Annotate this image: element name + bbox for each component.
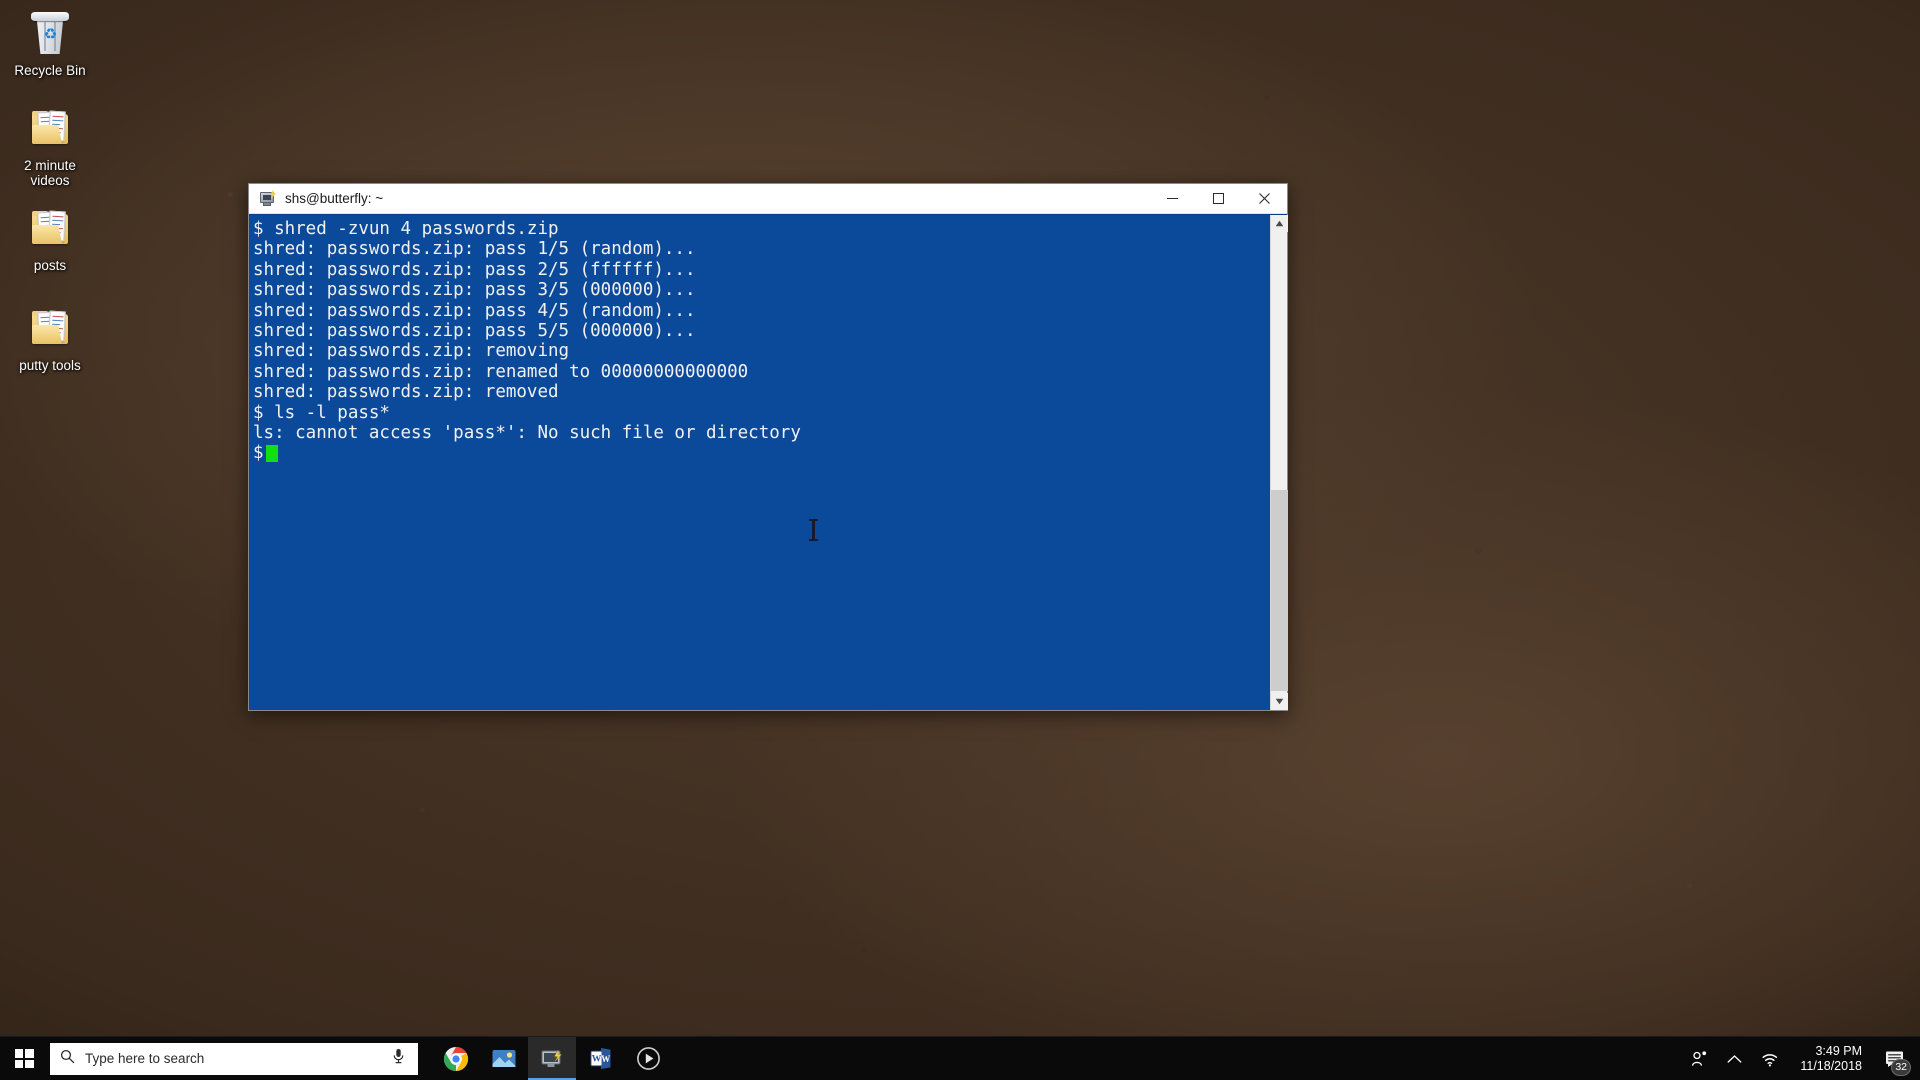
- window-controls: [1149, 184, 1287, 214]
- terminal-prompt-line: $: [253, 443, 1270, 463]
- desktop-icon-posts[interactable]: posts: [4, 203, 96, 273]
- desktop-icon-label: putty tools: [19, 358, 81, 373]
- terminal-line: $ ls -l pass*: [253, 402, 390, 423]
- taskbar-app-word[interactable]: W W: [576, 1037, 624, 1080]
- window-title: shs@butterfly: ~: [285, 191, 384, 206]
- window-titlebar[interactable]: shs@butterfly: ~: [249, 184, 1287, 214]
- word-icon: W W: [590, 1048, 610, 1069]
- putty-terminal-icon: [259, 189, 277, 208]
- text-cursor: [265, 445, 278, 463]
- photos-icon: [492, 1049, 516, 1067]
- folder-icon: [25, 103, 75, 153]
- svg-text:W: W: [591, 1055, 601, 1065]
- taskbar-app-photos[interactable]: [480, 1037, 528, 1080]
- folder-icon: [25, 303, 75, 353]
- taskbar-app-putty[interactable]: [528, 1036, 576, 1080]
- terminal-line: $ shred -zvun 4 passwords.zip: [253, 219, 559, 239]
- windows-logo-icon: [14, 1049, 34, 1068]
- terminal-line: shred: passwords.zip: renamed to 0000000…: [253, 361, 749, 382]
- folder-icon: [25, 203, 75, 253]
- chevron-up-icon[interactable]: [1718, 1037, 1751, 1080]
- search-placeholder-text: Type here to search: [85, 1051, 205, 1066]
- desktop-icon-putty-tools[interactable]: putty tools: [4, 303, 96, 373]
- taskbar-app-media[interactable]: [624, 1037, 672, 1080]
- desktop-icon-2-minute-videos[interactable]: 2 minute videos: [4, 103, 96, 188]
- scroll-up-arrow-icon[interactable]: [1271, 215, 1288, 232]
- terminal-area[interactable]: $ shred -zvun 4 passwords.zip shred: pas…: [249, 214, 1288, 710]
- microphone-icon[interactable]: [392, 1048, 406, 1069]
- desktop-icon-recycle-bin[interactable]: ♻ Recycle Bin: [4, 8, 96, 78]
- clock-time: 3:49 PM: [1815, 1043, 1862, 1058]
- terminal-line: shred: passwords.zip: pass 5/5 (000000).…: [253, 321, 696, 342]
- desktop-icon-label: posts: [33, 258, 67, 273]
- people-icon[interactable]: [1681, 1037, 1718, 1080]
- terminal-scrollbar[interactable]: [1270, 215, 1288, 710]
- terminal-output[interactable]: $ shred -zvun 4 passwords.zip shred: pas…: [249, 215, 1270, 710]
- maximize-button[interactable]: [1195, 184, 1241, 214]
- terminal-line: shred: passwords.zip: pass 1/5 (random).…: [253, 239, 696, 260]
- system-tray: 3:49 PM 11/18/2018 32: [1681, 1037, 1920, 1080]
- putty-icon: [541, 1049, 563, 1067]
- clock[interactable]: 3:49 PM 11/18/2018: [1788, 1037, 1874, 1080]
- clock-date: 11/18/2018: [1800, 1058, 1862, 1073]
- desktop[interactable]: ♻ Recycle Bin 2 minute videos posts putt…: [0, 0, 1920, 1080]
- start-button[interactable]: [0, 1037, 48, 1080]
- action-center-button[interactable]: 32: [1874, 1037, 1914, 1080]
- wifi-icon[interactable]: [1751, 1037, 1788, 1080]
- search-icon: [60, 1049, 76, 1069]
- prompt-symbol: $: [253, 443, 264, 464]
- desktop-icon-label: Recycle Bin: [14, 63, 86, 78]
- taskbar-app-chrome[interactable]: [432, 1037, 480, 1080]
- minimize-button[interactable]: [1149, 184, 1195, 214]
- terminal-line: shred: passwords.zip: pass 2/5 (ffffff).…: [253, 259, 696, 280]
- recycle-bin-icon: ♻: [25, 8, 75, 58]
- notification-count-badge: 32: [1891, 1058, 1911, 1076]
- taskbar-app-buttons: W W: [432, 1036, 672, 1080]
- terminal-line: shred: passwords.zip: pass 4/5 (random).…: [253, 300, 696, 321]
- close-button[interactable]: [1241, 184, 1287, 214]
- search-input[interactable]: Type here to search: [50, 1042, 418, 1075]
- ibeam-mouse-pointer: [809, 519, 818, 541]
- terminal-window[interactable]: shs@butterfly: ~ $ shred -zvun 4 passwor…: [248, 183, 1288, 711]
- terminal-line: shred: passwords.zip: removing: [253, 341, 570, 362]
- scrollbar-thumb[interactable]: [1271, 490, 1288, 691]
- terminal-line: shred: passwords.zip: removed: [253, 382, 559, 403]
- terminal-line: shred: passwords.zip: pass 3/5 (000000).…: [253, 280, 696, 301]
- media-icon: [636, 1047, 660, 1070]
- scrollbar-track[interactable]: [1271, 232, 1288, 693]
- terminal-line: ls: cannot access 'pass*': No such file …: [253, 423, 801, 444]
- taskbar[interactable]: Type here to search W W 3:49 PM 11/18/20…: [0, 1036, 1920, 1080]
- desktop-icon-label: 2 minute videos: [24, 158, 76, 188]
- svg-text:W: W: [601, 1054, 610, 1064]
- chrome-icon: [443, 1046, 469, 1071]
- scroll-down-arrow-icon[interactable]: [1271, 693, 1288, 710]
